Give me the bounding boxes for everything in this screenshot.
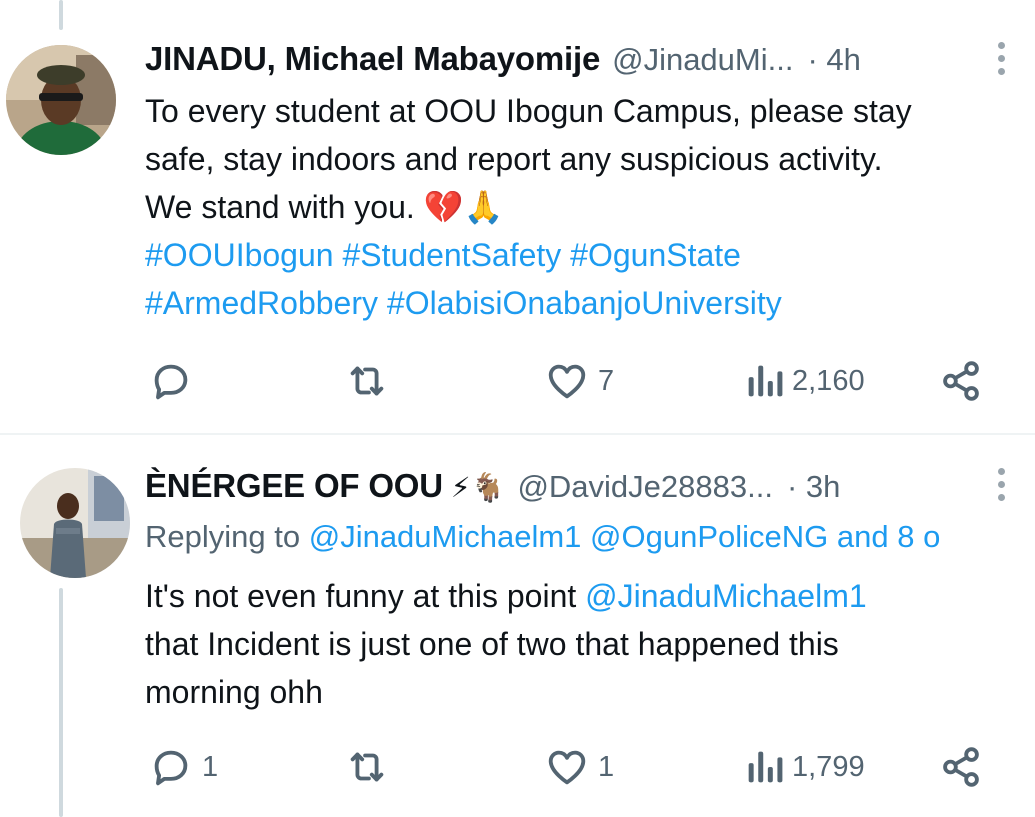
retweet-button[interactable] <box>343 356 399 406</box>
hashtags[interactable]: #OOUIbogun #StudentSafety #OgunState <box>145 231 1025 279</box>
tweet-actions: 1 1 1,799 <box>0 742 1035 792</box>
like-count: 7 <box>598 364 615 397</box>
speech-bubble-icon <box>154 750 188 786</box>
tweet-header: ÈNÉRGEE OF OOU ⚡🐐 @DavidJe28883... · 3h <box>145 467 840 505</box>
replying-to-label: Replying to <box>145 519 301 554</box>
tweet-text-line: It's not even funny at this point @Jinad… <box>145 572 1025 620</box>
avatar[interactable] <box>20 468 130 578</box>
reply-button[interactable]: 1 <box>148 742 218 792</box>
tweet-text: To every student at OOU Ibogun Campus, p… <box>145 87 1025 327</box>
display-name[interactable]: ÈNÉRGEE OF OOU <box>145 467 443 505</box>
hashtags[interactable]: #ArmedRobbery #OlabisiOnabanjoUniversity <box>145 279 1025 327</box>
retweet-button[interactable] <box>343 742 399 792</box>
like-count: 1 <box>598 750 615 783</box>
views-button[interactable]: 2,160 <box>744 356 865 406</box>
tweet-text-line: To every student at OOU Ibogun Campus, p… <box>145 93 912 129</box>
name-emoji: ⚡🐐 <box>450 471 506 504</box>
views-button[interactable]: 1,799 <box>744 742 865 792</box>
tweet-text-line: morning ohh <box>145 674 323 710</box>
tweet-text-line: We stand with you. 💔🙏 <box>145 189 504 225</box>
retweet-arrows-icon <box>350 366 384 396</box>
views-count: 2,160 <box>792 364 865 397</box>
replying-to-mentions[interactable]: @JinaduMichaelm1 @OgunPoliceNG and 8 o <box>309 519 941 554</box>
timestamp[interactable]: · 3h <box>787 469 840 505</box>
bar-chart-icon <box>748 751 783 783</box>
reply-button[interactable] <box>148 356 202 406</box>
tweet[interactable]: JINADU, Michael Mabayomije @JinaduMi... … <box>0 0 1035 435</box>
speech-bubble-icon <box>154 364 188 400</box>
avatar[interactable] <box>6 45 116 155</box>
heart-outline-icon <box>548 364 586 399</box>
tweet-text: It's not even funny at this point @Jinad… <box>145 572 1025 716</box>
display-name[interactable]: JINADU, Michael Mabayomije <box>145 40 600 78</box>
user-handle[interactable]: @JinaduMi... <box>612 42 793 78</box>
bar-chart-icon <box>748 365 783 397</box>
mention-link[interactable]: @JinaduMichaelm1 <box>585 578 867 614</box>
share-button[interactable] <box>938 356 984 406</box>
like-button[interactable]: 1 <box>544 742 614 792</box>
more-options-icon[interactable] <box>995 42 1007 75</box>
tweet-text-fragment: It's not even funny at this point <box>145 578 577 614</box>
views-count: 1,799 <box>792 750 865 783</box>
tweet-text-line: that Incident is just one of two that ha… <box>145 626 839 662</box>
replying-to: Replying to @JinaduMichaelm1 @OgunPolice… <box>145 519 940 555</box>
tweet-text-line: safe, stay indoors and report any suspic… <box>145 141 883 177</box>
reply-count: 1 <box>202 750 219 783</box>
tweet-header: JINADU, Michael Mabayomije @JinaduMi... … <box>145 40 861 78</box>
tweet-actions: 7 2,160 <box>0 356 1035 406</box>
share-nodes-icon <box>943 747 979 787</box>
retweet-arrows-icon <box>350 752 384 782</box>
like-button[interactable]: 7 <box>544 356 614 406</box>
user-handle[interactable]: @DavidJe28883... <box>517 469 773 505</box>
share-button[interactable] <box>938 742 984 792</box>
more-options-icon[interactable] <box>995 468 1007 501</box>
tweet[interactable]: ÈNÉRGEE OF OOU ⚡🐐 @DavidJe28883... · 3h … <box>0 435 1035 817</box>
timestamp[interactable]: · 4h <box>807 42 860 78</box>
share-nodes-icon <box>943 361 979 401</box>
heart-outline-icon <box>548 750 586 785</box>
